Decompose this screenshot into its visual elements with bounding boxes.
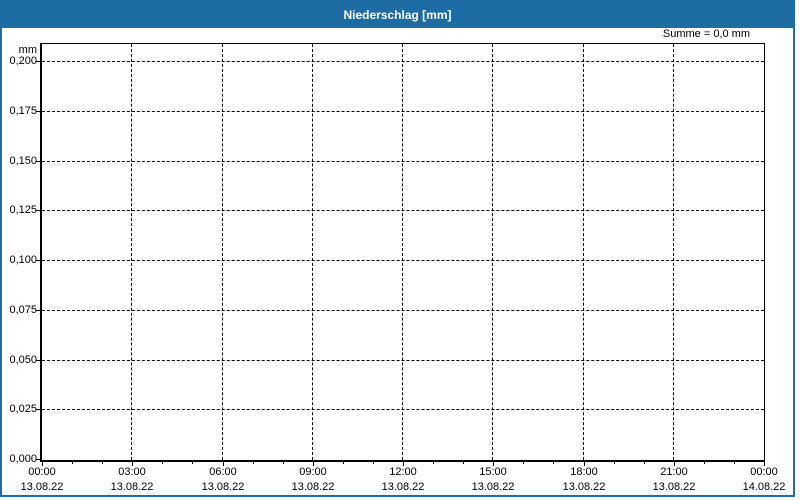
gridline-vertical — [583, 44, 584, 460]
x-axis-minor-tick — [102, 460, 103, 464]
x-axis-minor-tick — [373, 460, 374, 464]
x-axis-minor-tick — [463, 460, 464, 464]
x-axis-minor-tick — [253, 460, 254, 464]
gridline-vertical — [222, 44, 223, 460]
chart-title: Niederschlag [mm] — [343, 8, 452, 22]
x-axis-minor-tick — [644, 460, 645, 464]
x-date-label: 13.08.22 — [652, 481, 696, 493]
x-time-label: 18:00 — [570, 466, 598, 478]
gridline-horizontal — [42, 359, 764, 361]
plot-grid — [42, 44, 764, 460]
x-date-label: 14.08.22 — [742, 481, 786, 493]
gridline-horizontal — [42, 260, 764, 261]
x-axis-minor-tick — [553, 460, 554, 464]
x-date-label: 13.08.22 — [562, 481, 606, 493]
gridline-horizontal — [42, 61, 764, 62]
x-axis-minor-tick — [192, 460, 193, 464]
x-axis-minor-tick — [523, 460, 524, 464]
y-tick-label: 0,175 — [9, 104, 37, 117]
x-date-label: 13.08.22 — [471, 481, 515, 493]
x-time-label: 06:00 — [209, 466, 237, 478]
gridline-vertical — [402, 44, 403, 460]
x-time-label: 09:00 — [299, 466, 327, 478]
title-bar: Niederschlag [mm] — [2, 2, 793, 28]
y-tick-label: 0,050 — [9, 353, 37, 366]
x-date-label: 13.08.22 — [110, 481, 154, 493]
gridline-horizontal — [42, 409, 764, 411]
y-tick-label: 0,000 — [9, 453, 37, 465]
window: Niederschlag [mm] Summe = 0,0 mm mm 0,00… — [0, 0, 800, 500]
gridline-vertical — [131, 44, 132, 460]
x-axis-minor-tick — [704, 460, 705, 464]
x-time-label: 21:00 — [660, 466, 688, 478]
gridline-horizontal — [42, 110, 764, 112]
y-tick-label: 0,125 — [9, 204, 37, 217]
x-axis-minor-tick — [162, 460, 163, 464]
gridline-vertical — [312, 44, 313, 460]
x-axis-minor-tick — [72, 460, 73, 464]
y-tick-label: 0,075 — [9, 303, 37, 316]
plot-area — [40, 43, 765, 462]
y-tick-label: 0,200 — [9, 55, 37, 67]
x-time-label: 12:00 — [389, 466, 417, 478]
y-tick-label: 0,100 — [9, 254, 37, 266]
gridline-vertical — [492, 44, 493, 460]
x-date-label: 13.08.22 — [381, 481, 425, 493]
x-date-label: 13.08.22 — [20, 481, 64, 493]
x-date-label: 13.08.22 — [201, 481, 245, 493]
y-tick-label: 0,025 — [9, 403, 37, 416]
x-axis-minor-tick — [614, 460, 615, 464]
x-time-label: 03:00 — [118, 466, 146, 478]
x-date-label: 13.08.22 — [291, 481, 335, 493]
x-axis-minor-tick — [734, 460, 735, 464]
x-axis-minor-tick — [343, 460, 344, 464]
y-tick-label: 0,150 — [9, 154, 37, 167]
gridline-horizontal — [42, 210, 764, 212]
gridline-vertical — [673, 44, 674, 460]
chart-panel: Niederschlag [mm] Summe = 0,0 mm mm 0,00… — [0, 0, 795, 497]
x-axis-minor-tick — [283, 460, 284, 464]
x-axis-minor-tick — [433, 460, 434, 464]
x-time-label: 15:00 — [479, 466, 507, 478]
gridline-horizontal — [42, 309, 764, 311]
x-time-label: 00:00 — [750, 466, 778, 478]
sum-annotation: Summe = 0,0 mm — [662, 28, 750, 40]
gridline-horizontal — [42, 160, 764, 162]
x-time-label: 00:00 — [28, 466, 56, 478]
